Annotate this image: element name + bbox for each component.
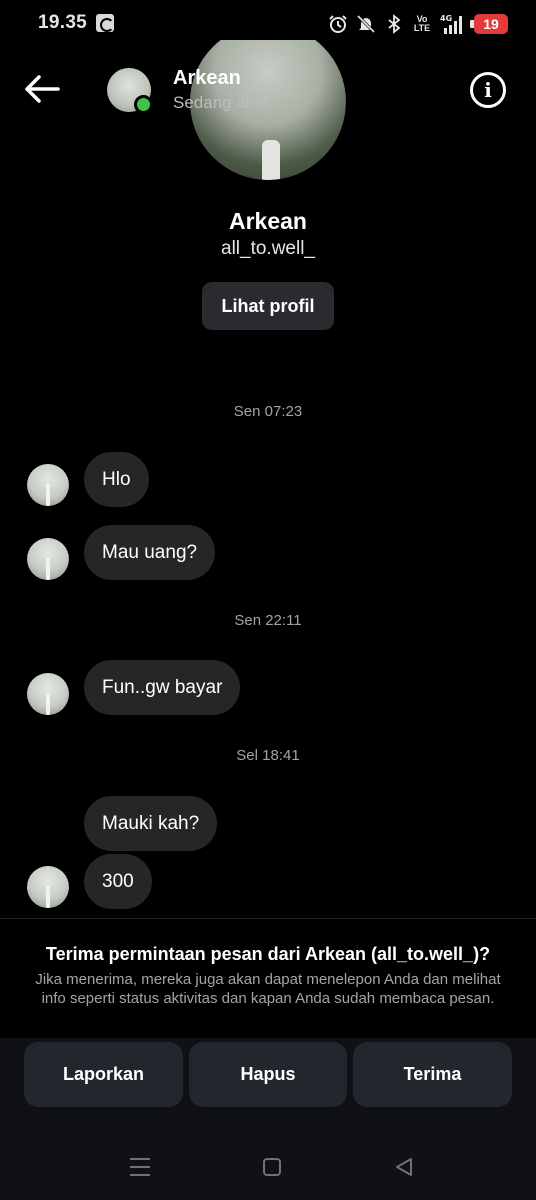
alarm-icon <box>328 14 348 34</box>
volte-indicator: Vo LTE <box>413 14 431 33</box>
back-arrow-icon <box>25 75 60 103</box>
message-avatar[interactable] <box>27 538 69 580</box>
profile-handle: all_to.well_ <box>221 238 315 259</box>
accept-button[interactable]: Terima <box>353 1042 512 1107</box>
bluetooth-icon <box>384 14 404 34</box>
message-avatar[interactable] <box>27 673 69 715</box>
app-notification-icon <box>96 14 114 32</box>
chat-timestamp: Sel 18:41 <box>236 747 300 764</box>
message-bubble[interactable]: Fun..gw bayar <box>84 660 241 715</box>
back-button[interactable] <box>22 72 62 106</box>
chat-header: Arkean Sedang aktif i <box>0 54 536 128</box>
request-title: Terima permintaan pesan dari Arkean (all… <box>45 944 491 964</box>
chat-timestamp: Sen 22:11 <box>234 612 302 629</box>
delete-button[interactable]: Hapus <box>189 1042 347 1107</box>
nav-back-icon <box>396 1158 412 1176</box>
nav-back-button[interactable] <box>394 1157 414 1177</box>
chat-timestamp: Sen 07:23 <box>233 403 303 420</box>
mute-icon <box>356 14 376 34</box>
view-profile-button[interactable]: Lihat profil <box>202 282 334 330</box>
divider <box>0 918 536 919</box>
status-icons: Vo LTE 4G 19 <box>328 12 508 36</box>
report-button[interactable]: Laporkan <box>24 1042 183 1107</box>
request-description: Jika menerima, mereka juga akan dapat me… <box>35 971 501 1007</box>
signal-icon: 4G <box>440 13 466 35</box>
header-name[interactable]: Arkean <box>173 67 241 90</box>
battery-indicator: 19 <box>470 14 508 34</box>
header-activity-status: Sedang aktif <box>173 93 268 112</box>
status-time: 19.35 <box>38 12 88 33</box>
message-bubble[interactable]: Hlo <box>84 452 149 507</box>
info-icon: i <box>484 78 492 102</box>
nav-recents-button[interactable] <box>130 1158 150 1176</box>
profile-name: Arkean <box>229 208 307 234</box>
active-status-dot <box>134 95 153 114</box>
nav-home-button[interactable] <box>263 1158 281 1176</box>
svg-text:4G: 4G <box>440 14 452 23</box>
message-bubble[interactable]: 300 <box>84 854 152 909</box>
profile-photo-figure <box>262 140 280 180</box>
message-bubble[interactable]: Mau uang? <box>84 525 216 580</box>
message-avatar[interactable] <box>27 464 69 506</box>
info-button[interactable]: i <box>470 72 506 108</box>
message-bubble[interactable]: Mauki kah? <box>84 796 218 851</box>
message-avatar[interactable] <box>27 866 69 908</box>
